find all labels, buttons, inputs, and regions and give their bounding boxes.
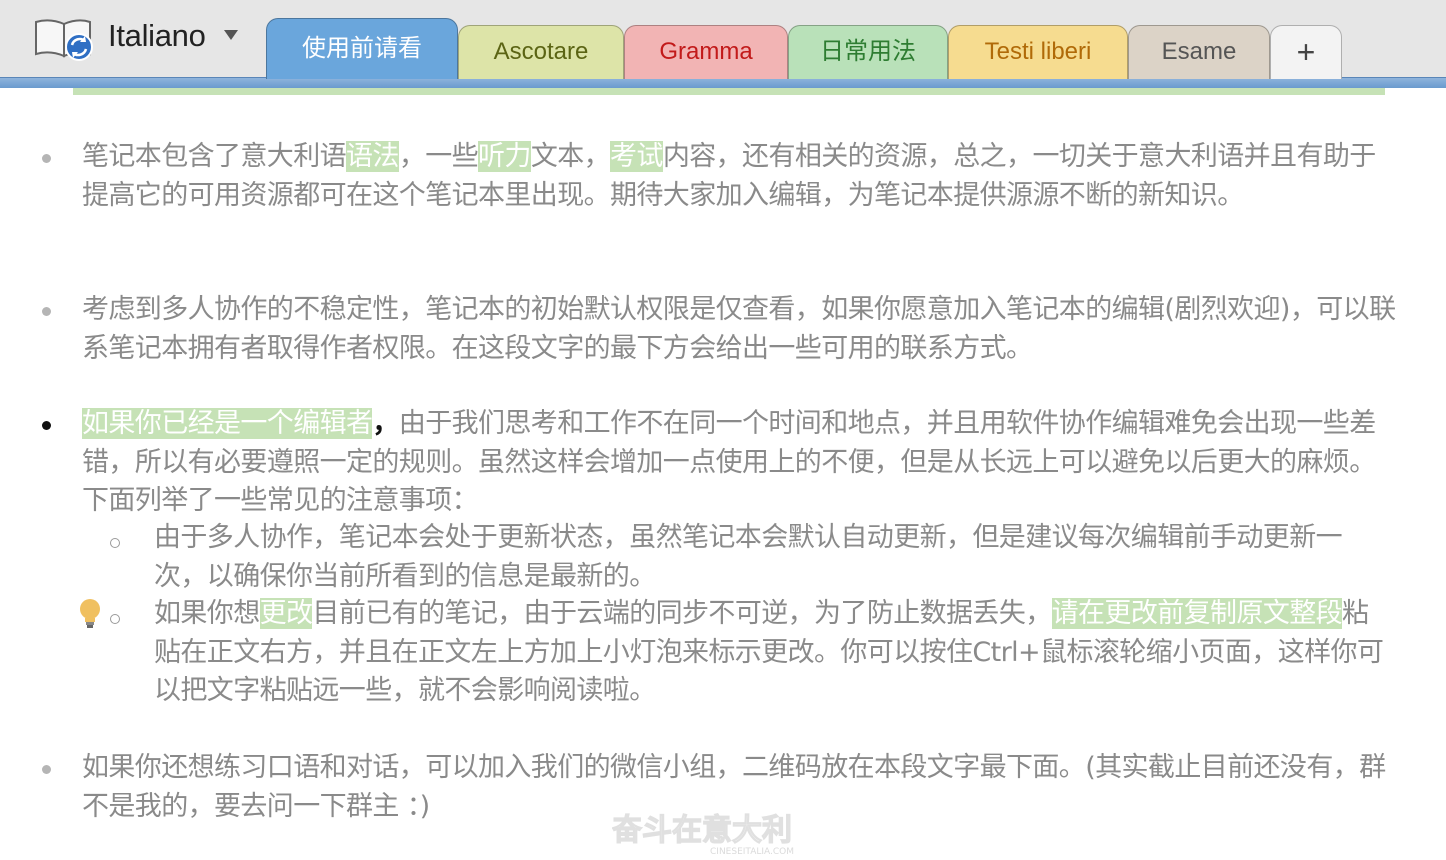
sub-bullet-ring xyxy=(110,614,120,624)
bullet-dot xyxy=(42,765,51,774)
highlight-editor: 如果你已经是一个编辑者 xyxy=(82,408,373,439)
svg-text:CINESEITALIA.COM: CINESEITALIA.COM xyxy=(710,847,794,857)
page-content[interactable]: 笔记本包含了意大利语语法，一些听力文本，考试内容，还有相关的资源，总之，一切关于… xyxy=(0,0,1446,860)
highlight-grammar: 语法 xyxy=(346,141,399,172)
sub-bullet-ring xyxy=(110,538,120,548)
site-watermark-logo: 奋斗在意大利 CINESEITALIA.COM xyxy=(612,812,794,857)
paragraph-editor-rules: 如果你已经是一个编辑者，由于我们思考和工作不在同一个时间和地点，并且用软件协作编… xyxy=(82,408,1376,516)
sub-item-modify: 如果你想更改目前已有的笔记，由于云端的同步不可逆，为了防止数据丢失，请在更改前复… xyxy=(154,598,1384,706)
bullet-dot xyxy=(42,307,51,316)
highlight-copy-first: 请在更改前复制原文整段 xyxy=(1051,598,1343,629)
bullet-dot xyxy=(42,421,51,430)
lightbulb-icon xyxy=(80,599,100,628)
sub-item-sync: 由于多人协作，笔记本会处于更新状态，虽然笔记本会默认自动更新，但是建议每次编辑前… xyxy=(154,522,1343,592)
bullet-dot xyxy=(42,154,51,163)
highlight-exam: 考试 xyxy=(610,141,663,172)
paragraph-intro: 笔记本包含了意大利语语法，一些听力文本，考试内容，还有相关的资源，总之，一切关于… xyxy=(82,141,1376,211)
svg-text:奋斗在意大利: 奋斗在意大利 xyxy=(612,813,792,848)
highlight-listening: 听力 xyxy=(478,141,531,172)
highlight-modify: 更改 xyxy=(259,598,313,629)
paragraph-permissions: 考虑到多人协作的不稳定性，笔记本的初始默认权限是仅查看，如果你愿意加入笔记本的编… xyxy=(82,294,1396,364)
